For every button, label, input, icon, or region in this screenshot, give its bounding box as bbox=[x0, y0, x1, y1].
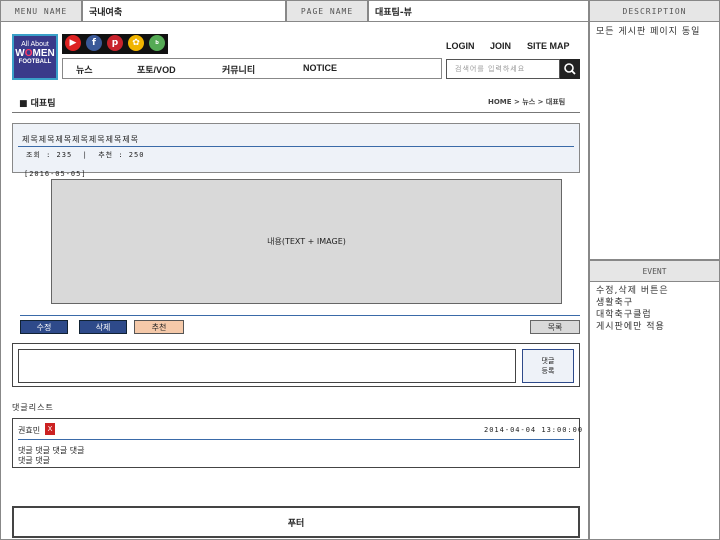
comment-date: 2014-04-04 13:00:00 bbox=[484, 426, 584, 434]
comment-list-title: 댓글리스트 bbox=[12, 403, 54, 412]
description-text: 모든 게시판 페이지 동일 bbox=[596, 27, 701, 37]
menu-item-notice[interactable]: NOTICE bbox=[303, 63, 337, 73]
post-date: [2016-05-05] bbox=[24, 170, 87, 178]
pinterest-icon[interactable]: p bbox=[107, 35, 123, 51]
comment-divider bbox=[18, 439, 574, 440]
event-line: 대학축구클럽 bbox=[596, 310, 652, 320]
post-header bbox=[12, 123, 580, 173]
section-divider bbox=[12, 112, 580, 113]
description-label: DESCRIPTION bbox=[589, 0, 720, 22]
post-title-underline bbox=[18, 146, 574, 147]
comment-delete-button[interactable]: X bbox=[45, 423, 55, 435]
footer: 푸터 bbox=[12, 506, 580, 538]
kakaostory-icon[interactable]: ✿ bbox=[128, 35, 144, 51]
band-icon[interactable]: b bbox=[149, 35, 165, 51]
sitemap-link[interactable]: SITE MAP bbox=[527, 41, 570, 51]
join-link[interactable]: JOIN bbox=[490, 41, 511, 51]
delete-button[interactable]: 삭제 bbox=[79, 320, 127, 334]
event-line: 생활축구 bbox=[596, 298, 634, 308]
logo-line3: FOOTBALL bbox=[18, 59, 52, 65]
section-title: ■ 대표팀 bbox=[19, 99, 56, 109]
event-label: EVENT bbox=[589, 260, 720, 282]
logo-line1: All About bbox=[21, 41, 49, 48]
post-content: 내용(TEXT + IMAGE) bbox=[51, 179, 562, 304]
event-notes: 수정,삭제 버튼은 생활축구 대학축구클럽 게시판에만 적용 bbox=[596, 285, 669, 333]
menu-item-news[interactable]: 뉴스 bbox=[76, 63, 93, 76]
post-title: 제목제목제목제목제목제목제목 bbox=[22, 135, 140, 144]
breadcrumb: HOME > 뉴스 > 대표팀 bbox=[488, 98, 566, 106]
edit-button[interactable]: 수정 bbox=[20, 320, 68, 334]
menu-item-community[interactable]: 커뮤니티 bbox=[222, 63, 255, 76]
recommend-button[interactable]: 추천 bbox=[134, 320, 184, 334]
logo-line2: WOMEN bbox=[15, 48, 55, 59]
menu-name-label: MENU NAME bbox=[0, 0, 82, 22]
list-button[interactable]: 목록 bbox=[530, 320, 580, 334]
facebook-icon[interactable]: f bbox=[86, 35, 102, 51]
content-divider bbox=[20, 315, 580, 316]
comment-submit-button[interactable]: 댓글 등록 bbox=[522, 349, 574, 383]
comment-submit-line1: 댓글 bbox=[541, 357, 555, 365]
page-name-label: PAGE NAME bbox=[286, 0, 368, 22]
site-logo[interactable]: All About WOMEN FOOTBALL bbox=[12, 34, 58, 80]
comment-author: 권효민 bbox=[18, 426, 41, 435]
login-link[interactable]: LOGIN bbox=[446, 41, 475, 51]
comment-textarea[interactable] bbox=[18, 349, 516, 383]
search-input[interactable]: 검색어를 입력하세요 bbox=[446, 59, 560, 79]
comment-text-line2: 댓글 댓글 bbox=[18, 456, 50, 465]
search-icon bbox=[564, 63, 576, 75]
menu-item-photo-vod[interactable]: 포토/VOD bbox=[137, 63, 176, 76]
page-name-value: 대표팀-뷰 bbox=[368, 0, 589, 22]
event-line: 게시판에만 적용 bbox=[596, 322, 665, 332]
comment-submit-line2: 등록 bbox=[541, 367, 555, 375]
youtube-icon[interactable]: ▶ bbox=[65, 35, 81, 51]
description-panel bbox=[589, 22, 720, 260]
search-button[interactable] bbox=[560, 59, 580, 79]
post-meta: 조회 : 235 | 추천 : 250 bbox=[26, 151, 145, 159]
menu-name-value: 국내여축 bbox=[82, 0, 286, 22]
event-line: 수정,삭제 버튼은 bbox=[596, 286, 669, 296]
